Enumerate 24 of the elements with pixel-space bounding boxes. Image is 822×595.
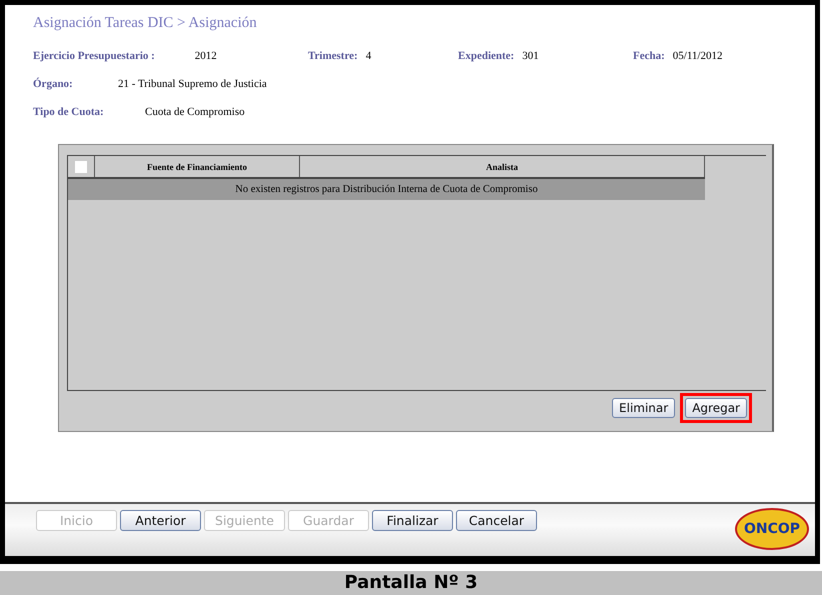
field-label: Fecha: (633, 50, 665, 62)
field-value: 2012 (194, 50, 217, 62)
field-value: 4 (366, 50, 372, 62)
nav-button[interactable]: Cancelar (456, 510, 537, 531)
field-value: 301 (522, 50, 539, 62)
field-label: Órgano: (33, 78, 74, 90)
field-label: Ejercicio Presupuestario : (33, 50, 155, 62)
action-button[interactable]: Eliminar (612, 398, 676, 418)
field-value: 21 - Tribunal Supremo de Justicia (118, 78, 267, 90)
field-value: 05/11/2012 (672, 50, 722, 62)
column-header[interactable]: Fuente de Financiamiento (95, 156, 300, 177)
field-label: Tipo de Cuota: (33, 106, 105, 118)
field-value: Cuota de Compromiso (145, 106, 245, 118)
empty-message: No existen registros para Distribución Interna de Cuota de Compromiso (68, 179, 705, 200)
nav-button[interactable]: Anterior (120, 510, 201, 531)
page-title: Asignación Tareas DIC > Asignación (33, 15, 258, 32)
nav-button[interactable]: Finalizar (372, 510, 453, 531)
caption: Pantalla Nº 3 (0, 571, 822, 595)
action-button[interactable]: Agregar (685, 398, 747, 418)
field-label: Expediente: (458, 50, 514, 62)
column-header[interactable]: Analista (300, 156, 705, 177)
select-all-checkbox[interactable] (75, 160, 87, 172)
field-label: Trimestre: (308, 50, 358, 62)
logo: ONCOP (735, 508, 809, 550)
